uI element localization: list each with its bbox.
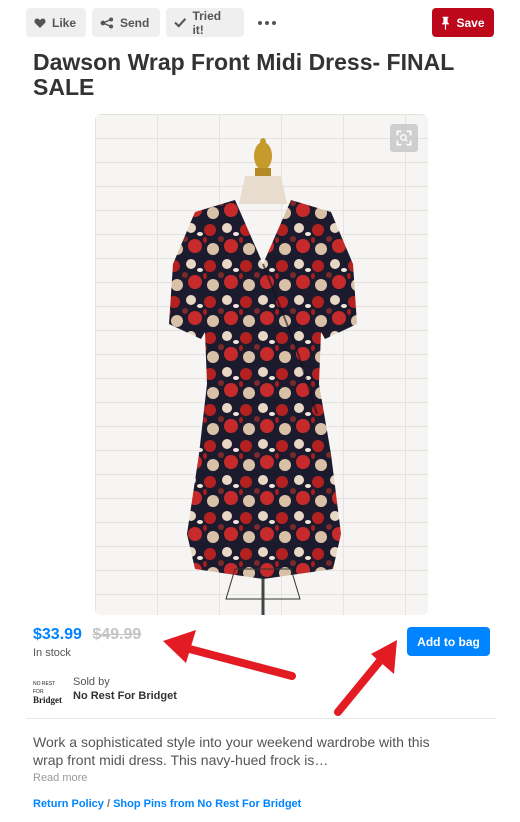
tried-label: Tried it! [192, 8, 222, 37]
return-policy-link[interactable]: Return Policy [33, 798, 104, 810]
seller-logo[interactable]: NO REST FOR Bridget [33, 680, 65, 705]
like-button[interactable]: Like [26, 8, 86, 37]
price-row: $33.99 $49.99 [33, 626, 141, 644]
sold-by-label: Sold by [73, 676, 110, 688]
link-separator: / [106, 798, 111, 810]
send-button[interactable]: Send [92, 8, 160, 37]
seller-logo-small-text: NO REST FOR [33, 681, 56, 695]
add-to-bag-button[interactable]: Add to bag [407, 627, 490, 656]
save-button[interactable]: Save [432, 8, 494, 37]
save-label: Save [456, 15, 485, 30]
check-icon [174, 18, 187, 28]
arrow-to-add-to-bag [334, 640, 397, 716]
seller-logo-large-text: Bridget [33, 695, 62, 705]
send-label: Send [120, 15, 150, 30]
divider [26, 718, 496, 719]
current-price: $33.99 [33, 626, 82, 643]
stock-status: In stock [33, 647, 71, 659]
pin-toolbar: Like Send Tried it! Save [26, 8, 494, 38]
more-icon[interactable] [252, 8, 282, 37]
like-label: Like [51, 15, 76, 30]
heart-icon [34, 18, 46, 28]
read-more-link[interactable]: Read more [33, 772, 87, 784]
pin-icon [442, 16, 450, 30]
product-image[interactable] [95, 114, 428, 615]
zoom-icon[interactable] [390, 124, 418, 152]
dress-on-mannequin-image [169, 138, 357, 615]
shop-pins-link[interactable]: Shop Pins from No Rest For Bridget [113, 798, 301, 810]
seller-name[interactable]: No Rest For Bridget [73, 690, 177, 702]
product-title: Dawson Wrap Front Midi Dress- FINAL SALE [33, 49, 454, 100]
footer-links: Return Policy / Shop Pins from No Rest F… [33, 798, 301, 810]
share-icon [100, 16, 114, 29]
product-description: Work a sophisticated style into your wee… [33, 734, 430, 768]
arrow-to-price [163, 630, 296, 680]
tried-it-button[interactable]: Tried it! [166, 8, 244, 37]
original-price: $49.99 [92, 626, 142, 643]
